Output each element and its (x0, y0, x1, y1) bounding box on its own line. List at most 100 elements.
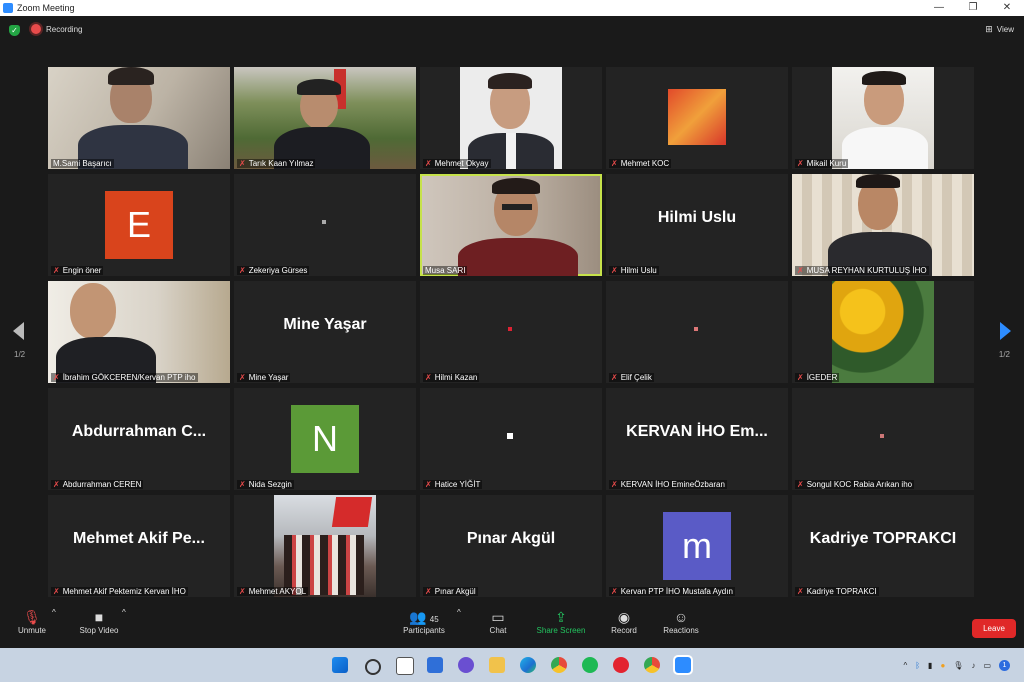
participant-tile[interactable]: Pınar Akgül ✗ Pınar Akgül (420, 495, 602, 597)
muted-mic-icon: ✗ (239, 480, 246, 489)
participant-video (792, 174, 974, 276)
stop-video-button[interactable]: ■ Stop Video (74, 608, 124, 635)
search-icon[interactable] (365, 659, 381, 675)
participant-tile[interactable]: E ✗ Engin öner (48, 174, 230, 276)
reactions-button[interactable]: ☺ Reactions (660, 608, 702, 635)
spotify-icon[interactable] (582, 657, 598, 673)
participant-tile[interactable]: Hilmi Uslu ✗ Hilmi Uslu (606, 174, 788, 276)
grid-view-icon: ⊞ (985, 24, 993, 34)
view-label: View (996, 25, 1014, 34)
participant-name: ✗ Pınar Akgül (423, 587, 478, 596)
muted-mic-icon: ✗ (425, 480, 432, 489)
encryption-shield-icon[interactable]: ✓ (9, 25, 20, 36)
chat-app-icon[interactable] (458, 657, 474, 673)
muted-mic-icon: ✗ (797, 373, 804, 382)
next-page-arrow-icon[interactable] (1000, 322, 1011, 340)
bluetooth-icon[interactable]: ᛒ (915, 661, 920, 670)
leave-button[interactable]: Leave (972, 619, 1016, 638)
participant-tile[interactable]: Mine Yaşar ✗ Mine Yaşar (234, 281, 416, 383)
notification-badge[interactable]: 1 (999, 660, 1010, 671)
chrome-browser-icon-2[interactable] (644, 657, 660, 673)
participant-tile[interactable]: ✗ Zekeriya Gürses (234, 174, 416, 276)
muted-mic-icon: ✗ (425, 373, 432, 382)
view-button[interactable]: ⊞ View (985, 24, 1014, 35)
participant-tile[interactable]: M.Sami Başarıcı (48, 67, 230, 169)
participant-display-name: Abdurrahman C... (71, 423, 207, 440)
chat-button[interactable]: ▭ Chat (484, 608, 512, 635)
network-icon[interactable]: ▮ (928, 661, 932, 670)
chrome-browser-icon[interactable] (551, 657, 567, 673)
windows-start-icon[interactable] (332, 657, 348, 673)
participant-tile[interactable]: ✗ MUSA REYHAN KURTULUŞ İHO (792, 174, 974, 276)
participants-button[interactable]: 👥 45 Participants (396, 608, 452, 635)
participant-tile[interactable]: ✗ İbrahim GÖKCEREN/Kervan PTP iho (48, 281, 230, 383)
widgets-icon[interactable] (427, 657, 443, 673)
unmute-button[interactable]: 🎙 Unmute (14, 608, 50, 635)
participant-tile[interactable]: N ✗ Nida Sezgin (234, 388, 416, 490)
participant-video (668, 89, 726, 145)
participants-label: Participants (403, 626, 445, 635)
participant-tile[interactable]: ✗ Mikail Kuru (792, 67, 974, 169)
task-view-icon[interactable] (396, 657, 414, 675)
recording-label: Recording (46, 24, 83, 34)
app-tray-icon[interactable]: ● (940, 661, 945, 670)
participant-tile[interactable]: ✗ Songul KOC Rabia Arıkan iho (792, 388, 974, 490)
participant-tile[interactable]: ✗ Elif Çelik (606, 281, 788, 383)
audio-options-chevron-icon[interactable]: ^ (52, 608, 56, 617)
mic-tray-icon[interactable]: 🎙 (953, 661, 963, 670)
participant-tile[interactable]: ✗ Mehmet Okyay (420, 67, 602, 169)
participant-tile[interactable]: Abdurrahman C... ✗ Abdurrahman CEREN (48, 388, 230, 490)
participant-name: ✗ Zekeriya Gürses (237, 266, 310, 275)
meeting-toolbar: 🎙 Unmute ^ ■ Stop Video ^ 👥 45 Participan… (0, 604, 1024, 648)
participant-avatar: m (663, 512, 731, 580)
file-explorer-icon[interactable] (489, 657, 505, 673)
participant-tile-active-speaker[interactable]: Musa SARI (420, 174, 602, 276)
participants-count: 45 (429, 615, 439, 624)
participant-name: ✗ Kadriye TOPRAKCI (795, 587, 879, 596)
reactions-smiley-icon: ☺ (673, 609, 689, 625)
muted-mic-icon: ✗ (797, 587, 804, 596)
share-screen-label: Share Screen (536, 626, 586, 635)
volume-icon[interactable]: ♪ (971, 661, 975, 670)
edge-browser-icon[interactable] (520, 657, 536, 673)
participant-video (832, 67, 934, 169)
participant-tile[interactable]: ✗ İGEDER (792, 281, 974, 383)
participant-tile[interactable]: ✗ Tarık Kaan Yılmaz (234, 67, 416, 169)
video-off-placeholder (507, 433, 513, 439)
zoom-app-icon[interactable] (673, 655, 693, 675)
participant-tile[interactable]: ✗ Hilmi Kazan (420, 281, 602, 383)
muted-mic-icon: ✗ (53, 587, 60, 596)
participant-tile[interactable]: ✗ Mehmet KOC (606, 67, 788, 169)
participant-video (274, 495, 376, 597)
participant-tile[interactable]: m ✗ Kervan PTP İHO Mustafa Aydın (606, 495, 788, 597)
record-button[interactable]: ◉ Record (608, 608, 640, 635)
record-label: Record (611, 626, 637, 635)
video-options-chevron-icon[interactable]: ^ (122, 608, 126, 617)
reactions-label: Reactions (663, 626, 699, 635)
battery-icon[interactable]: ▭ (983, 661, 991, 670)
minimize-button[interactable]: — (922, 0, 956, 16)
participant-avatar: N (291, 405, 359, 473)
meeting-topbar: ✓ Recording ⊞ View (0, 16, 1024, 46)
participant-tile[interactable]: ✗ Mehmet AKYOL (234, 495, 416, 597)
maximize-button[interactable]: ❐ (956, 0, 990, 16)
participant-name: ✗ Nida Sezgin (237, 480, 294, 489)
tray-chevron-icon[interactable]: ^ (903, 661, 907, 670)
participant-tile[interactable]: ✗ Hatice YİĞİT (420, 388, 602, 490)
unmute-label: Unmute (17, 626, 46, 635)
share-screen-icon: ⇪ (555, 609, 567, 625)
participants-options-chevron-icon[interactable]: ^ (457, 608, 461, 617)
participant-name: ✗ Songul KOC Rabia Arıkan iho (795, 480, 915, 489)
muted-mic-icon: ✗ (611, 480, 618, 489)
recording-indicator[interactable]: Recording (31, 24, 82, 34)
share-screen-button[interactable]: ⇪ Share Screen (534, 608, 588, 635)
muted-mic-icon: ✗ (797, 266, 804, 275)
muted-mic-icon: ✗ (53, 266, 60, 275)
participant-tile[interactable]: Kadriye TOPRAKCI ✗ Kadriye TOPRAKCI (792, 495, 974, 597)
previous-page-arrow-icon[interactable] (13, 322, 24, 340)
close-button[interactable]: ✕ (990, 0, 1024, 16)
participant-tile[interactable]: KERVAN İHO Em... ✗ KERVAN İHO EmineÖzbara… (606, 388, 788, 490)
participant-tile[interactable]: Mehmet Akif Pe... ✗ Mehmet Akif Pektemiz … (48, 495, 230, 597)
opera-browser-icon[interactable] (613, 657, 629, 673)
recording-dot-icon (31, 24, 41, 34)
